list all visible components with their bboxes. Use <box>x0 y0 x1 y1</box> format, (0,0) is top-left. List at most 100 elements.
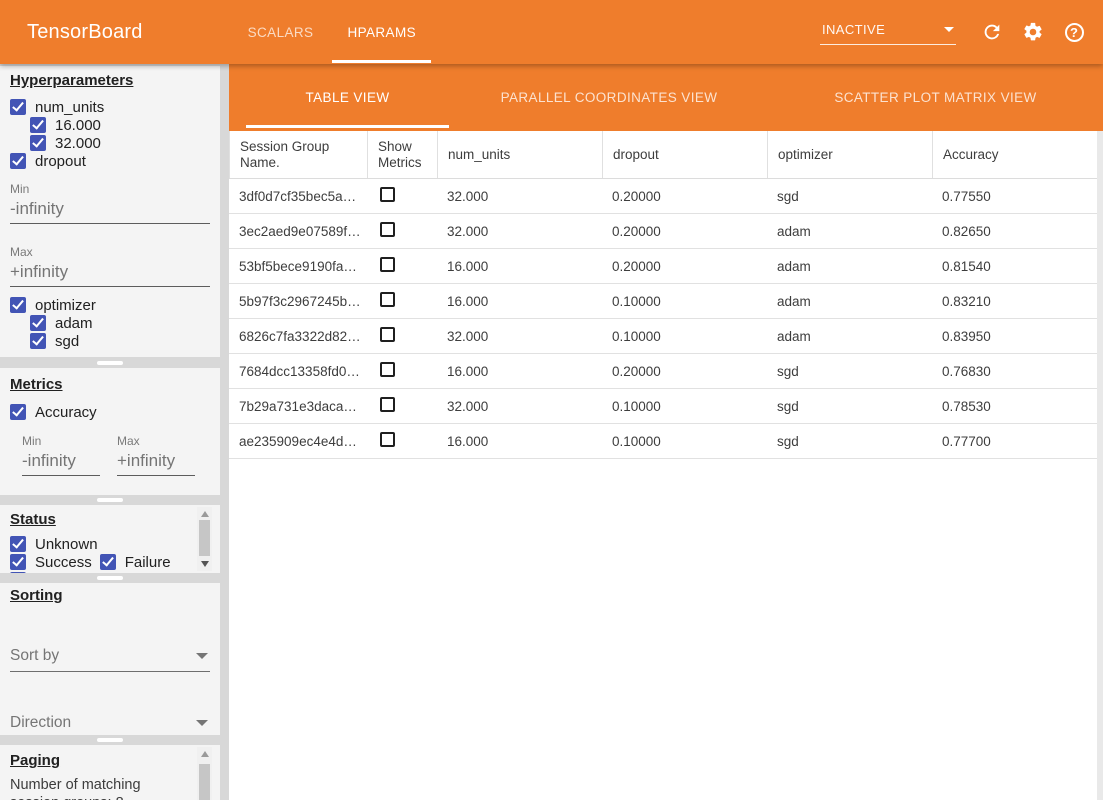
tab-table-view[interactable]: TABLE VIEW <box>246 64 449 131</box>
col-show-metrics[interactable]: Show Metrics <box>367 131 437 178</box>
direction-select[interactable]: Direction <box>10 711 210 735</box>
show-metrics-checkbox[interactable] <box>380 292 395 307</box>
checkbox-sgd[interactable] <box>30 333 46 349</box>
reload-mode-value: INACTIVE <box>822 22 885 37</box>
session-group-name-cell: 7684dcc13358fd0… <box>229 364 367 379</box>
sort-by-value: Sort by <box>10 647 59 665</box>
status-success-row: Success <box>10 553 92 571</box>
session-group-name-cell: 3ec2aed9e07589f… <box>229 224 367 239</box>
session-group-name-cell: 5b97f3c2967245b… <box>229 294 367 309</box>
status-failure-row: Failure <box>100 553 171 571</box>
max-input[interactable]: +infinity <box>10 259 210 287</box>
table-row: 7b29a731e3daca…32.0000.10000sgd0.78530 <box>229 389 1103 424</box>
col-dropout[interactable]: dropout <box>602 131 767 178</box>
accuracy-cell: 0.78530 <box>932 399 1103 414</box>
accuracy-cell: 0.81540 <box>932 259 1103 274</box>
checkbox-failure[interactable] <box>100 554 116 570</box>
tensorboard-app: TensorBoard SCALARS HPARAMS INACTIVE ? H… <box>0 0 1103 800</box>
accuracy-cell: 0.82650 <box>932 224 1103 239</box>
tab-hparams[interactable]: HPARAMS <box>330 0 433 64</box>
show-metrics-checkbox[interactable] <box>380 327 395 342</box>
sorting-heading: Sorting <box>10 587 210 604</box>
show-metrics-checkbox[interactable] <box>380 432 395 447</box>
scrollbar-thumb[interactable] <box>199 520 210 556</box>
settings-icon[interactable] <box>1022 21 1044 43</box>
reload-mode-select[interactable]: INACTIVE <box>820 20 956 45</box>
hparams-sidebar: Hyperparameters num_units 16.000 32.000 … <box>0 64 229 800</box>
drag-handle-icon <box>97 498 123 502</box>
status-label: Failure <box>125 554 171 571</box>
paging-scrollbar[interactable] <box>197 747 212 800</box>
chevron-down-icon <box>944 27 954 32</box>
sidebar-resize-handle[interactable] <box>0 573 220 583</box>
session-group-name-cell: 53bf5bece9190fa… <box>229 259 367 274</box>
table-header: Session Group Name. Show Metrics num_uni… <box>229 131 1103 179</box>
show-metrics-checkbox[interactable] <box>380 397 395 412</box>
checkbox-success[interactable] <box>10 554 26 570</box>
hparam-value-row: sgd <box>30 332 210 350</box>
scroll-down-icon[interactable] <box>201 561 209 567</box>
col-session-group-name[interactable]: Session Group Name. <box>229 131 367 178</box>
metrics-heading: Metrics <box>10 376 210 393</box>
accuracy-cell: 0.77700 <box>932 434 1103 449</box>
hparam-value-label: adam <box>55 315 93 332</box>
show-metrics-checkbox[interactable] <box>380 257 395 272</box>
drag-handle-icon <box>97 361 123 365</box>
checkbox-optimizer[interactable] <box>10 297 26 313</box>
accuracy-cell: 0.76830 <box>932 364 1103 379</box>
help-icon[interactable]: ? <box>1063 21 1085 43</box>
optimizer-cell: adam <box>767 294 932 309</box>
direction-value: Direction <box>10 714 71 732</box>
checkbox-16[interactable] <box>30 117 46 133</box>
min-input[interactable]: -infinity <box>10 196 210 224</box>
optimizer-cell: sgd <box>767 189 932 204</box>
main-scrollbar[interactable] <box>1097 131 1103 800</box>
show-metrics-checkbox[interactable] <box>380 362 395 377</box>
max-label: Max <box>117 434 195 448</box>
checkbox-num-units[interactable] <box>10 99 26 115</box>
checkbox-32[interactable] <box>30 135 46 151</box>
drag-handle-icon <box>97 576 123 580</box>
status-scrollbar[interactable] <box>197 507 212 571</box>
session-group-name-cell: 6826c7fa3322d82… <box>229 329 367 344</box>
scroll-up-icon[interactable] <box>201 511 209 517</box>
sidebar-resize-handle[interactable] <box>0 357 220 368</box>
accuracy-cell: 0.77550 <box>932 189 1103 204</box>
sidebar-resize-handle[interactable] <box>0 735 220 745</box>
show-metrics-cell <box>367 257 437 275</box>
tab-scalars[interactable]: SCALARS <box>231 0 331 64</box>
show-metrics-checkbox[interactable] <box>380 187 395 202</box>
min-input[interactable]: -infinity <box>22 448 100 476</box>
hyperparameters-section: Hyperparameters num_units 16.000 32.000 … <box>0 66 220 357</box>
hparam-optimizer-row: optimizer <box>10 296 210 314</box>
checkbox-dropout[interactable] <box>10 153 26 169</box>
tab-parallel-coordinates-view[interactable]: PARALLEL COORDINATES VIEW <box>449 64 769 131</box>
show-metrics-cell <box>367 432 437 450</box>
refresh-icon[interactable] <box>981 21 1003 43</box>
scrollbar-thumb[interactable] <box>199 764 210 800</box>
checkbox-accuracy[interactable] <box>10 404 26 420</box>
sidebar-resize-handle[interactable] <box>0 495 220 505</box>
hparam-label: optimizer <box>35 297 96 314</box>
scroll-up-icon[interactable] <box>201 751 209 757</box>
accuracy-max-field: Max +infinity <box>117 434 195 476</box>
col-accuracy[interactable]: Accuracy <box>932 131 1103 178</box>
dropout-cell: 0.10000 <box>602 294 767 309</box>
optimizer-cell: sgd <box>767 399 932 414</box>
col-num-units[interactable]: num_units <box>437 131 602 178</box>
dropout-cell: 0.10000 <box>602 329 767 344</box>
tab-scatter-plot-matrix-view[interactable]: SCATTER PLOT MATRIX VIEW <box>769 64 1102 131</box>
table-row: 3ec2aed9e07589f…32.0000.20000adam0.82650 <box>229 214 1103 249</box>
max-input[interactable]: +infinity <box>117 448 195 476</box>
col-optimizer[interactable]: optimizer <box>767 131 932 178</box>
toolbar-actions: INACTIVE ? <box>820 0 1085 64</box>
optimizer-cell: adam <box>767 329 932 344</box>
checkbox-unknown[interactable] <box>10 536 26 552</box>
show-metrics-checkbox[interactable] <box>380 222 395 237</box>
hparam-num-units-row: num_units <box>10 98 210 116</box>
sort-by-select[interactable]: Sort by <box>10 644 210 672</box>
hparam-value-row: 32.000 <box>30 134 210 152</box>
session-group-name-cell: ae235909ec4e4d… <box>229 434 367 449</box>
dropout-cell: 0.20000 <box>602 189 767 204</box>
checkbox-adam[interactable] <box>30 315 46 331</box>
